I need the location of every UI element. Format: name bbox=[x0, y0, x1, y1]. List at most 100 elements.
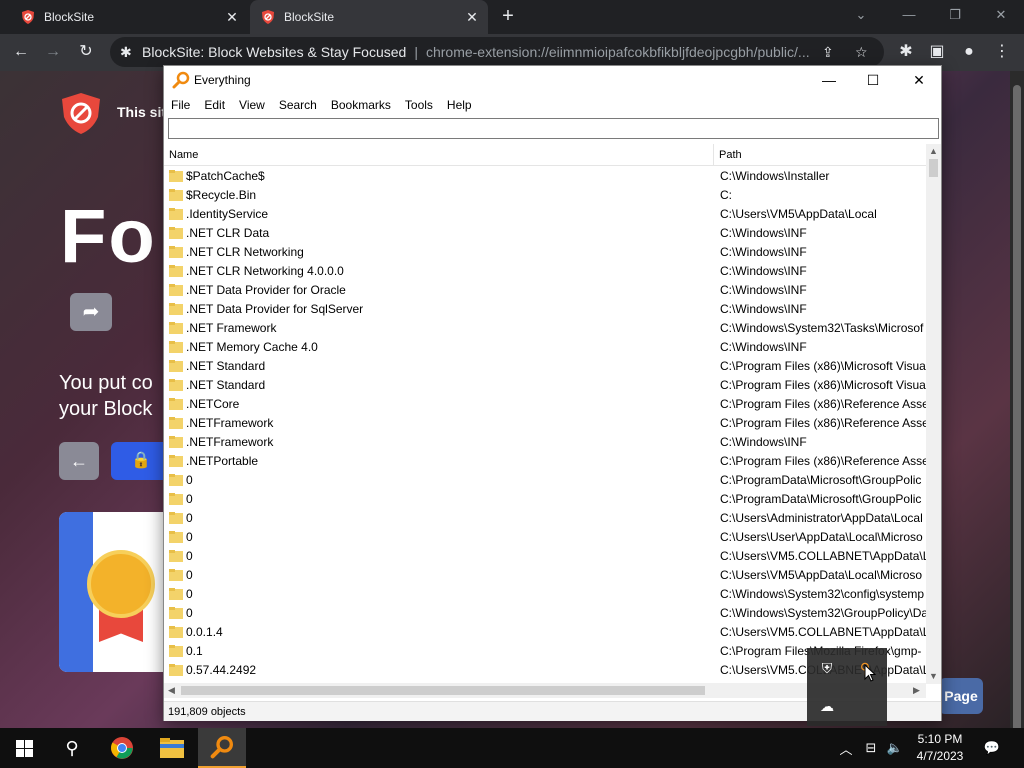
everything-magnifier-icon bbox=[172, 71, 190, 89]
result-path: C:\Windows\INF bbox=[720, 226, 807, 240]
scroll-right-icon[interactable]: ▶ bbox=[909, 683, 924, 698]
result-row[interactable]: 0 C:\ProgramData\Microsoft\GroupPolic bbox=[164, 471, 926, 490]
show-hidden-icons-chevron-icon[interactable]: ︿ bbox=[836, 728, 856, 768]
everything-taskbar-icon[interactable] bbox=[198, 728, 246, 768]
folder-icon bbox=[169, 322, 183, 334]
profile-avatar-icon[interactable]: ● bbox=[956, 39, 982, 65]
result-row[interactable]: .NET Data Provider for SqlServer C:\Windo… bbox=[164, 300, 926, 319]
result-row[interactable]: 0 C:\ProgramData\Microsoft\GroupPolic bbox=[164, 490, 926, 509]
notification-center-icon[interactable]: 💬 bbox=[980, 728, 1004, 768]
result-row[interactable]: .IdentityService C:\Users\VM5\AppData\Loc… bbox=[164, 205, 926, 224]
result-row[interactable]: 0 C:\Users\VM5\AppData\Local\Microso bbox=[164, 566, 926, 585]
everything-titlebar[interactable]: Everything — ☐ ✕ bbox=[164, 66, 941, 94]
menu-item-help[interactable]: Help bbox=[440, 95, 479, 115]
new-tab-icon[interactable]: + bbox=[498, 6, 518, 27]
bookmark-star-icon[interactable]: ☆ bbox=[855, 44, 868, 61]
search-input[interactable] bbox=[169, 119, 938, 138]
back-arrow-icon[interactable]: ← bbox=[8, 39, 34, 65]
result-row[interactable]: .NET Memory Cache 4.0 C:\Windows\INF bbox=[164, 338, 926, 357]
result-path: C:\Program Files (x86)\Reference Asser bbox=[720, 416, 926, 430]
security-shield-icon[interactable]: ⛨ bbox=[817, 658, 837, 678]
menu-item-search[interactable]: Search bbox=[272, 95, 324, 115]
result-path: C:\Windows\INF bbox=[720, 435, 807, 449]
result-path: C:\Users\User\AppData\Local\Microso bbox=[720, 530, 923, 544]
result-row[interactable]: 0 C:\Windows\System32\GroupPolicy\Da bbox=[164, 604, 926, 623]
result-row[interactable]: .NET Framework C:\Windows\System32\Tasks\… bbox=[164, 319, 926, 338]
result-path: C:\ProgramData\Microsoft\GroupPolic bbox=[720, 473, 922, 487]
result-row[interactable]: .NETCore C:\Program Files (x86)\Reference… bbox=[164, 395, 926, 414]
vertical-scrollbar[interactable]: ▲ ▼ bbox=[926, 144, 941, 684]
search-field[interactable] bbox=[168, 118, 939, 139]
result-row[interactable]: .NET Data Provider for Oracle C:\Windows\… bbox=[164, 281, 926, 300]
chrome-menu-icon[interactable]: ⋮ bbox=[989, 39, 1015, 65]
page-scrollbar[interactable] bbox=[1010, 71, 1024, 735]
result-row[interactable]: .NET CLR Data C:\Windows\INF bbox=[164, 224, 926, 243]
menu-item-bookmarks[interactable]: Bookmarks bbox=[324, 95, 398, 115]
result-row[interactable]: 0.0.1.4 C:\Users\VM5.COLLABNET\AppData\Lo bbox=[164, 623, 926, 642]
minimize-icon[interactable]: — bbox=[806, 66, 852, 94]
tab-search-icon[interactable]: ⌄ bbox=[838, 0, 884, 30]
page-button[interactable]: Page bbox=[939, 678, 983, 714]
back-button[interactable]: ← bbox=[59, 442, 99, 480]
address-bar[interactable]: ✱ BlockSite: Block Websites & Stay Focus… bbox=[110, 37, 884, 67]
result-row[interactable]: .NETFramework C:\Windows\INF bbox=[164, 433, 926, 452]
share-button[interactable]: ➦ bbox=[70, 293, 112, 331]
browser-tab[interactable]: BlockSite ✕ bbox=[0, 0, 248, 34]
result-row[interactable]: .NET CLR Networking C:\Windows\INF bbox=[164, 243, 926, 262]
result-row[interactable]: 0 C:\Users\User\AppData\Local\Microso bbox=[164, 528, 926, 547]
chrome-taskbar-icon[interactable] bbox=[98, 728, 146, 768]
menu-item-view[interactable]: View bbox=[232, 95, 272, 115]
close-tab-icon[interactable]: ✕ bbox=[464, 9, 480, 25]
result-row[interactable]: 0 C:\Windows\System32\config\systemp bbox=[164, 585, 926, 604]
result-row[interactable]: $Recycle.Bin C: bbox=[164, 186, 926, 205]
extensions-icon[interactable]: ✱ bbox=[893, 39, 919, 65]
network-icon[interactable]: ⊟ bbox=[860, 728, 882, 768]
system-clock[interactable]: 5:10 PM 4/7/2023 bbox=[906, 731, 974, 765]
lock-button[interactable]: 🔒 bbox=[111, 442, 171, 480]
scroll-down-icon[interactable]: ▼ bbox=[926, 669, 941, 684]
reload-icon[interactable]: ↻ bbox=[73, 39, 99, 65]
menu-item-edit[interactable]: Edit bbox=[197, 95, 232, 115]
file-explorer-icon[interactable] bbox=[148, 728, 196, 768]
scroll-left-icon[interactable]: ◀ bbox=[164, 683, 179, 698]
result-row[interactable]: 0 C:\Users\Administrator\AppData\Local bbox=[164, 509, 926, 528]
start-windows-icon[interactable] bbox=[0, 728, 48, 768]
folder-icon bbox=[169, 417, 183, 429]
result-name: .NETFramework bbox=[186, 435, 274, 449]
forward-arrow-icon[interactable]: → bbox=[40, 39, 66, 65]
result-row[interactable]: $PatchCache$ C:\Windows\Installer bbox=[164, 167, 926, 186]
result-row[interactable]: .NETPortable C:\Program Files (x86)\Refer… bbox=[164, 452, 926, 471]
result-row[interactable]: .NET Standard C:\Program Files (x86)\Micr… bbox=[164, 357, 926, 376]
clock-time: 5:10 PM bbox=[917, 732, 963, 746]
close-window-icon[interactable]: ✕ bbox=[978, 0, 1024, 30]
folder-icon bbox=[169, 284, 183, 296]
volume-icon[interactable]: 🔈 bbox=[884, 728, 906, 768]
close-icon[interactable]: ✕ bbox=[896, 66, 942, 94]
result-name: 0 bbox=[186, 606, 193, 620]
browser-tab-active[interactable]: BlockSite ✕ bbox=[250, 0, 488, 34]
medal-icon bbox=[87, 550, 155, 618]
result-path: C:\Windows\INF bbox=[720, 283, 807, 297]
result-row[interactable]: .NET CLR Networking 4.0.0.0 C:\Windows\IN… bbox=[164, 262, 926, 281]
menu-item-file[interactable]: File bbox=[164, 95, 197, 115]
scroll-up-icon[interactable]: ▲ bbox=[926, 144, 941, 159]
maximize-icon[interactable]: ☐ bbox=[850, 66, 896, 94]
share-icon[interactable]: ⇪ bbox=[822, 44, 834, 61]
horizontal-scrollbar-thumb[interactable] bbox=[181, 686, 705, 695]
result-row[interactable]: .NET Standard C:\Program Files (x86)\Micr… bbox=[164, 376, 926, 395]
column-header-path[interactable]: Path bbox=[714, 144, 926, 166]
minimize-icon[interactable]: — bbox=[886, 0, 932, 30]
search-icon[interactable]: ⚲ bbox=[48, 728, 96, 768]
close-tab-icon[interactable]: ✕ bbox=[224, 9, 240, 25]
menu-item-tools[interactable]: Tools bbox=[398, 95, 440, 115]
result-row[interactable]: 0 C:\Users\VM5.COLLABNET\AppData\Lo bbox=[164, 547, 926, 566]
column-header-name[interactable]: Name bbox=[164, 144, 714, 166]
restore-icon[interactable]: ❐ bbox=[932, 0, 978, 30]
cloud-offline-icon[interactable]: ☁ bbox=[817, 696, 837, 716]
result-name: .NET Data Provider for Oracle bbox=[186, 283, 346, 297]
vertical-scrollbar-thumb[interactable] bbox=[929, 159, 938, 177]
side-panel-icon[interactable]: ▣ bbox=[924, 39, 950, 65]
result-row[interactable]: .NETFramework C:\Program Files (x86)\Refe… bbox=[164, 414, 926, 433]
folder-icon bbox=[169, 303, 183, 315]
page-scrollbar-thumb[interactable] bbox=[1013, 85, 1021, 735]
